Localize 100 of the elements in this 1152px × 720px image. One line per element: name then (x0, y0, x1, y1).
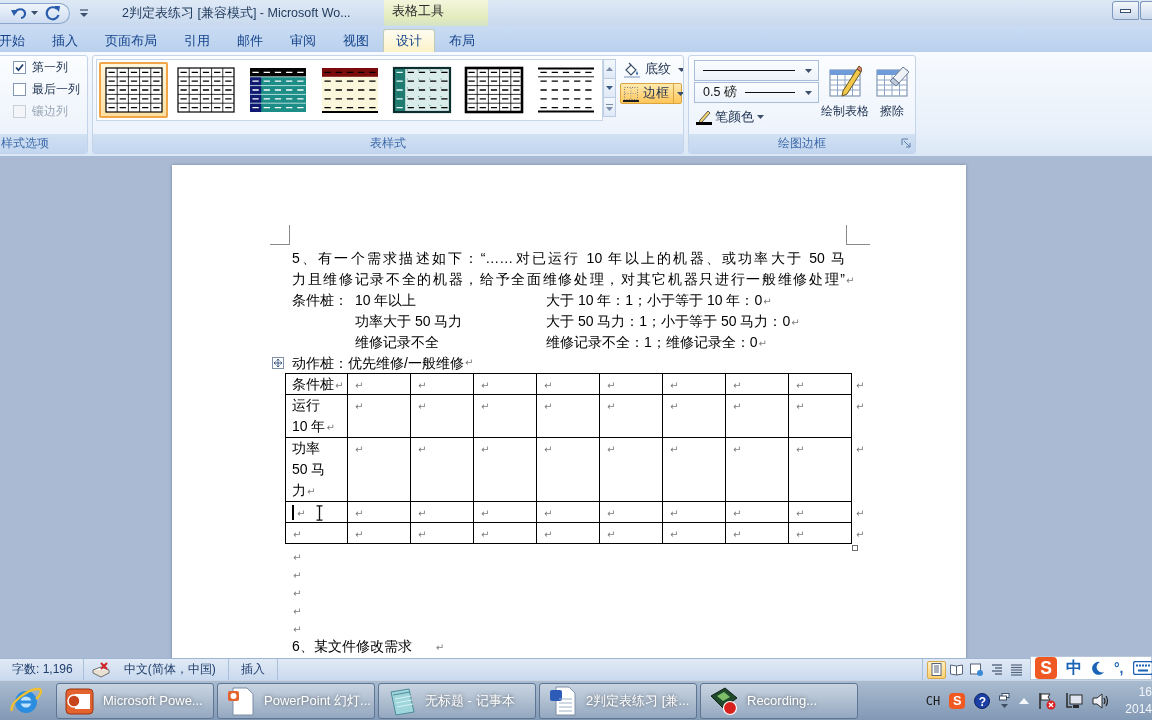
ribbon-tab[interactable]: 设计 (383, 29, 435, 52)
checkbox[interactable] (13, 61, 26, 74)
draw-table-button[interactable]: 绘制表格 (819, 60, 872, 120)
presentation-icon (65, 685, 95, 716)
lines-icon (1010, 663, 1023, 676)
ime-mode: 中 (1066, 657, 1082, 678)
square-handle-icon (852, 545, 858, 551)
line-style-dropdown[interactable] (694, 60, 819, 81)
bar-caret-icon (606, 103, 613, 111)
table-style-preview-icon (535, 66, 596, 114)
checkbox-label: 第一列 (32, 59, 68, 76)
moon-icon (1091, 661, 1105, 675)
up-caret-icon (606, 67, 613, 71)
flag-cross-icon (1038, 691, 1057, 710)
paragraph-mark: ↵ (670, 508, 679, 519)
paragraph-mark: ↵ (796, 529, 805, 540)
restore-button[interactable] (1140, 1, 1152, 20)
undo-icon (10, 5, 28, 21)
ribbon-tab[interactable]: 插入 (39, 29, 91, 52)
paragraph-mark: ↵ (733, 529, 742, 540)
language-bar-button[interactable] (999, 692, 1011, 709)
minimize-button[interactable] (1112, 1, 1139, 20)
paragraph-text: 5、有一个需求描述如下：“……对已运行 10 年以上的机器、或功率大于 50 马 (292, 249, 845, 268)
ime-tray-logo: S (949, 692, 966, 709)
gallery-down-button[interactable] (603, 78, 616, 98)
ribbon-tab[interactable]: 开始 (0, 29, 38, 52)
dialog-launcher-button[interactable] (901, 138, 912, 149)
speaker-icon (1092, 692, 1111, 709)
row-end-mark: ↵ (856, 443, 865, 455)
paragraph-mark: ↵ (733, 508, 742, 519)
paragraph-mark: ↵ (607, 401, 616, 412)
paragraph-text: 力且维修记录不全的机器，给予全面维修处理，对其它机器只进行一般维修处理” (292, 270, 845, 289)
table-style-preview-icon (103, 66, 164, 114)
view-button[interactable] (967, 660, 986, 679)
ribbon-tab[interactable]: 视图 (330, 29, 382, 52)
insert-mode-indicator: 插入 (240, 661, 265, 678)
pen-color-button[interactable]: 笔颜色 (694, 107, 766, 127)
paragraph-mark: ↵ (293, 552, 302, 563)
paragraph-mark: ↵ (544, 529, 553, 540)
minimize-icon (1120, 8, 1131, 13)
ribbon-tab[interactable]: 邮件 (224, 29, 276, 52)
paint-bucket-icon (623, 61, 641, 78)
paragraph-mark: ↵ (297, 508, 306, 519)
book-cross-icon (91, 661, 110, 678)
cell-text: 条件桩 (292, 376, 334, 392)
paragraph-mark: ↵ (293, 570, 302, 581)
eraser-button[interactable]: 擦除 (871, 60, 913, 120)
paragraph-mark: ↵ (670, 380, 679, 391)
action-center-button[interactable] (1038, 691, 1057, 710)
paragraph-mark: ↵ (670, 529, 679, 540)
paragraph-mark: ↵ (670, 401, 679, 412)
indented-lines-icon (990, 663, 1003, 676)
paragraph-mark: ↵ (758, 338, 767, 349)
redo-icon (45, 5, 61, 21)
borders-button[interactable]: 边框 (620, 83, 682, 104)
clock-time: 16 (1138, 683, 1152, 701)
diagonal-arrow-icon (901, 138, 912, 149)
ribbon-tab[interactable]: 审阅 (277, 29, 329, 52)
view-button[interactable] (927, 660, 946, 679)
paragraph-mark: ↵ (607, 529, 616, 540)
paragraph-mark: ↵ (791, 317, 800, 328)
paragraph-mark: ↵ (481, 508, 490, 519)
row-end-mark: ↵ (856, 400, 865, 412)
paragraph-mark: ↵ (544, 401, 553, 412)
window-title: 2判定表练习 [兼容模式] - Microsoft Wo... (122, 5, 352, 22)
shading-button[interactable]: 底纹 (620, 59, 682, 80)
table-style-option[interactable] (99, 62, 168, 118)
help-tray-icon: ? (974, 692, 991, 709)
move-arrows-icon (272, 357, 284, 369)
gallery-more-button[interactable] (603, 97, 616, 117)
condition-text: 维修记录不全 (355, 333, 440, 352)
paragraph-mark: ↵ (355, 508, 364, 519)
line-weight-dropdown[interactable]: 0.5 磅 (694, 82, 819, 103)
checkbox[interactable] (13, 83, 26, 96)
ribbon-tab[interactable]: 引用 (171, 29, 223, 52)
paragraph-mark: ↵ (481, 401, 490, 412)
paragraph-mark: ↵ (733, 401, 742, 412)
up-arrow-icon (1019, 697, 1030, 704)
paragraph-mark: ↵ (418, 401, 427, 412)
dropdown-caret-icon (805, 90, 812, 95)
record-dot-icon (709, 685, 739, 716)
cell-text: 10 年 (292, 418, 326, 434)
network-button[interactable] (1065, 691, 1084, 710)
paragraph-mark: ↵ (418, 380, 427, 391)
paragraph-mark: ↵ (481, 529, 490, 540)
rule-text: 大于 50 马力：1；小于等于 50 马力：0 (546, 313, 791, 329)
paragraph-mark: ↵ (418, 444, 427, 455)
paragraph-mark: ↵ (481, 380, 490, 391)
crop-mark-icon (270, 225, 290, 245)
volume-button[interactable] (1092, 692, 1111, 709)
gallery-up-button[interactable] (603, 59, 616, 79)
cell-text: 力 (292, 482, 306, 498)
paragraph-mark: ↵ (846, 276, 855, 286)
crop-mark-icon (846, 225, 870, 245)
page-globe-icon (970, 663, 983, 676)
ribbon-tab[interactable]: 布局 (436, 29, 488, 52)
border-icon (623, 85, 639, 102)
cell-text: 50 马 (292, 461, 326, 477)
redo-button[interactable] (45, 4, 61, 22)
ribbon-tab[interactable]: 页面布局 (92, 29, 170, 52)
